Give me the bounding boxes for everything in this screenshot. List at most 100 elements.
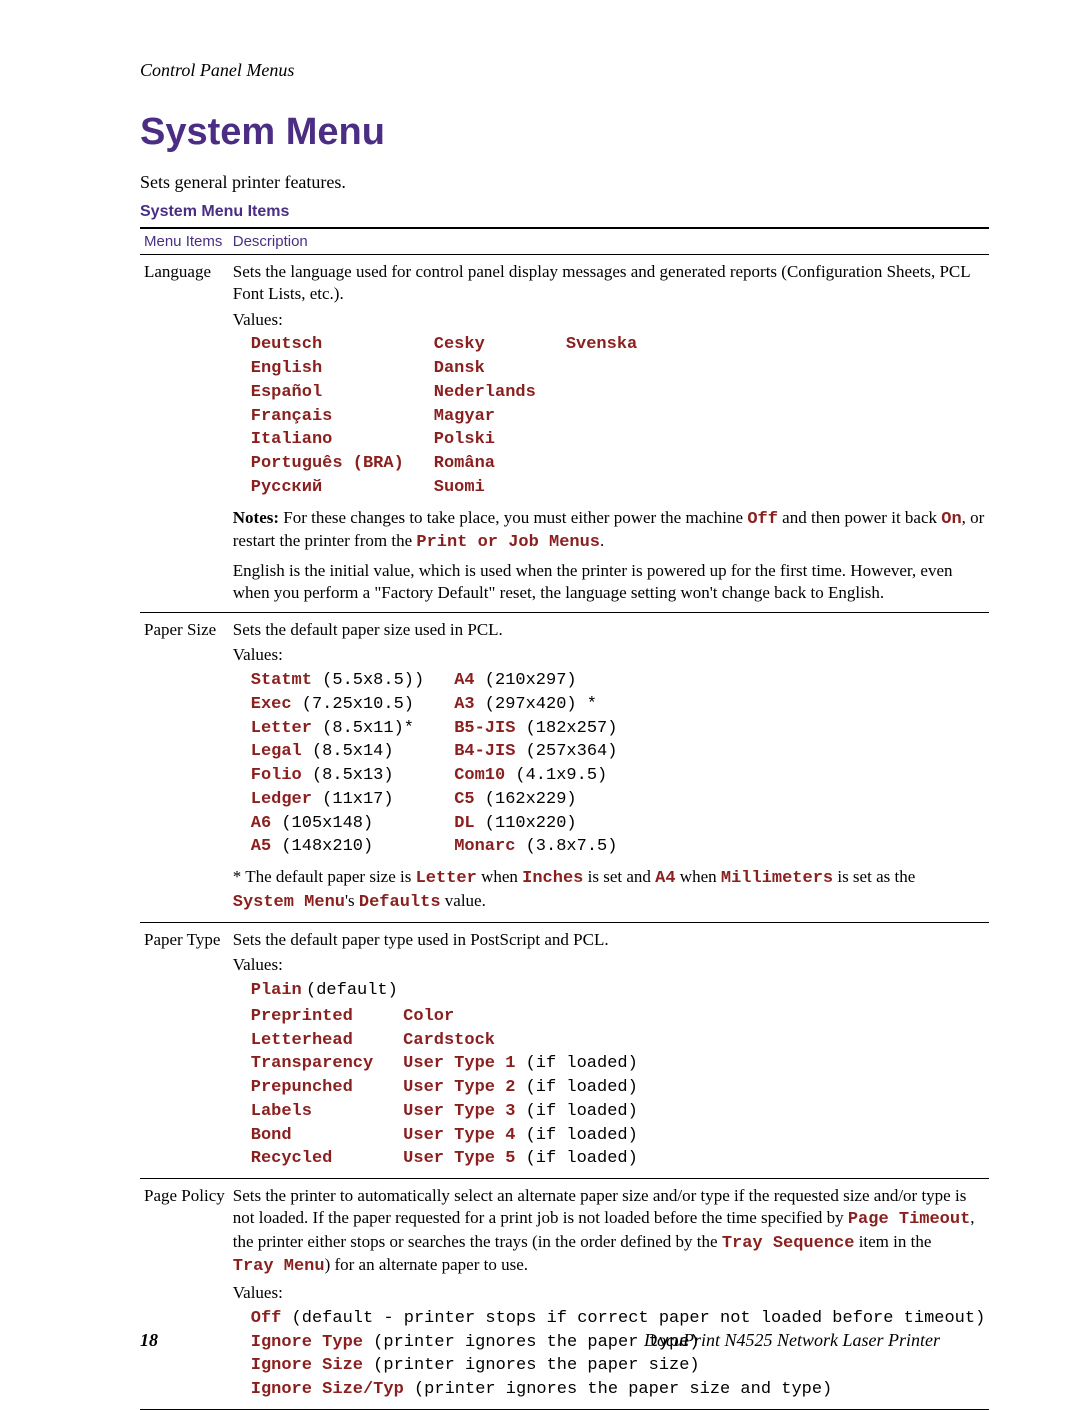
kw-sysmenu: System Menu: [233, 893, 345, 912]
language-option: Polski: [434, 427, 536, 451]
pp-text: ) for an alternate paper to use.: [325, 1255, 528, 1274]
value-keyword: Color: [403, 1007, 454, 1026]
foot-text: is set as the: [833, 867, 915, 886]
value-detail: (11x17): [312, 790, 394, 809]
papertype-option: User Type 2 (if loaded): [403, 1075, 638, 1099]
desc-language: Sets the language used for control panel…: [229, 255, 990, 613]
value-keyword: DL: [454, 814, 474, 833]
kw-mm: Millimeters: [721, 869, 833, 888]
item-paper-size: Paper Size: [140, 612, 229, 922]
row-paper-type: Paper Type Sets the default paper type u…: [140, 922, 989, 1179]
papertype-option: Letterhead: [251, 1028, 373, 1052]
pagepolicy-values-label: Values:: [233, 1282, 986, 1304]
notes-label: Notes:: [233, 508, 279, 527]
value-keyword: User Type 5: [403, 1149, 515, 1168]
value-keyword: Folio: [251, 766, 302, 785]
value-detail: (162x229): [475, 790, 577, 809]
footer-doc-title: DocuPrint N4525 Network Laser Printer: [644, 1330, 940, 1351]
language-values-label: Values:: [233, 309, 986, 331]
kw-job-menus: Print or Job Menus: [416, 533, 600, 552]
note-text: .: [600, 531, 604, 550]
value-keyword: User Type 2: [403, 1078, 515, 1097]
language-option: Magyar: [434, 404, 536, 428]
item-language: Language: [140, 255, 229, 613]
foot-text: when: [676, 867, 721, 886]
papertype-option: Transparency: [251, 1051, 373, 1075]
value-keyword: Dansk: [434, 359, 485, 378]
foot-text: 's: [345, 891, 359, 910]
row-language: Language Sets the language used for cont…: [140, 255, 989, 613]
language-option: Deutsch: [251, 332, 404, 356]
value-keyword: Svenska: [566, 335, 637, 354]
page-number: 18: [140, 1330, 158, 1351]
row-paper-size: Paper Size Sets the default paper size u…: [140, 612, 989, 922]
value-keyword: Cesky: [434, 335, 485, 354]
papertype-option: Preprinted: [251, 1004, 373, 1028]
language-option: Svenska: [566, 332, 637, 356]
language-option: Cesky: [434, 332, 536, 356]
desc-paper-type: Sets the default paper type used in Post…: [229, 922, 990, 1179]
kw-off: Off: [747, 510, 778, 529]
value-keyword: Русский: [251, 478, 322, 497]
value-keyword: Letter: [251, 719, 312, 738]
note-text: For these changes to take place, you mus…: [279, 508, 747, 527]
value-keyword: Nederlands: [434, 383, 536, 402]
papersize-option: Letter (8.5x11)*: [251, 716, 424, 740]
language-option: Español: [251, 380, 404, 404]
papertype-values: PreprintedLetterheadTransparency Prepunch…: [251, 1004, 986, 1170]
papersize-option: Monarc (3.8x7.5): [454, 834, 617, 858]
value-detail: (257x364): [515, 742, 617, 761]
table-caption: System Menu Items: [140, 203, 940, 221]
value-keyword: Magyar: [434, 407, 495, 426]
value-keyword: C5: [454, 790, 474, 809]
kw-tray-menu: Tray Menu: [233, 1257, 325, 1276]
value-detail: (297x420) *: [475, 695, 597, 714]
value-detail: (8.5x13): [302, 766, 394, 785]
papertype-option: User Type 4 (if loaded): [403, 1123, 638, 1147]
papertype-option: Bond: [251, 1123, 373, 1147]
value-keyword: Prepunched: [251, 1078, 353, 1097]
papertype-plain: Plain (default): [251, 978, 986, 1002]
intro-text: Sets general printer features.: [140, 172, 940, 193]
papersize-option: Ledger (11x17): [251, 787, 424, 811]
pagepolicy-desc: Sets the printer to automatically select…: [233, 1185, 986, 1278]
value-detail: (7.25x10.5): [292, 695, 414, 714]
value-keyword: Bond: [251, 1126, 292, 1145]
row-page-policy: Page Policy Sets the printer to automati…: [140, 1179, 989, 1410]
papersize-option: DL (110x220): [454, 811, 617, 835]
value-keyword: B4-JIS: [454, 742, 515, 761]
kw-defaults: Defaults: [359, 893, 441, 912]
language-values: DeutschEnglishEspañolFrançaisItalianoPor…: [251, 332, 986, 498]
value-keyword: Recycled: [251, 1149, 333, 1168]
col-menu-items: Menu Items: [140, 228, 229, 255]
papersize-option: A6 (105x148): [251, 811, 424, 835]
value-keyword: Off: [251, 1309, 282, 1328]
papersize-option: Exec (7.25x10.5): [251, 692, 424, 716]
language-option: English: [251, 356, 404, 380]
pagepolicy-values: Off (default - printer stops if correct …: [251, 1306, 986, 1401]
kw-inches: Inches: [522, 869, 583, 888]
value-keyword: User Type 4: [403, 1126, 515, 1145]
pagepolicy-option: Off (default - printer stops if correct …: [251, 1306, 986, 1330]
value-detail: (5.5x8.5)): [312, 671, 424, 690]
value-keyword: Ledger: [251, 790, 312, 809]
kw-plain: Plain: [251, 981, 302, 1000]
papersize-option: Statmt (5.5x8.5)): [251, 668, 424, 692]
foot-text: value.: [441, 891, 486, 910]
language-option: Suomi: [434, 475, 536, 499]
value-keyword: A5: [251, 837, 271, 856]
papertype-desc-text: Sets the default paper type used in Post…: [233, 929, 986, 951]
papersize-option: Legal (8.5x14): [251, 739, 424, 763]
papertype-option: Color: [403, 1004, 638, 1028]
item-page-policy: Page Policy: [140, 1179, 229, 1410]
value-detail: (printer ignores the paper size): [363, 1356, 700, 1375]
language-desc-text: Sets the language used for control panel…: [233, 261, 986, 305]
value-detail: (if loaded): [515, 1126, 637, 1145]
language-option: Nederlands: [434, 380, 536, 404]
value-keyword: Français: [251, 407, 333, 426]
papersize-footnote: * The default paper size is Letter when …: [233, 866, 986, 914]
papersize-values-label: Values:: [233, 644, 986, 666]
value-detail: (110x220): [475, 814, 577, 833]
col-description: Description: [229, 228, 990, 255]
note-text: and then power it back: [778, 508, 941, 527]
